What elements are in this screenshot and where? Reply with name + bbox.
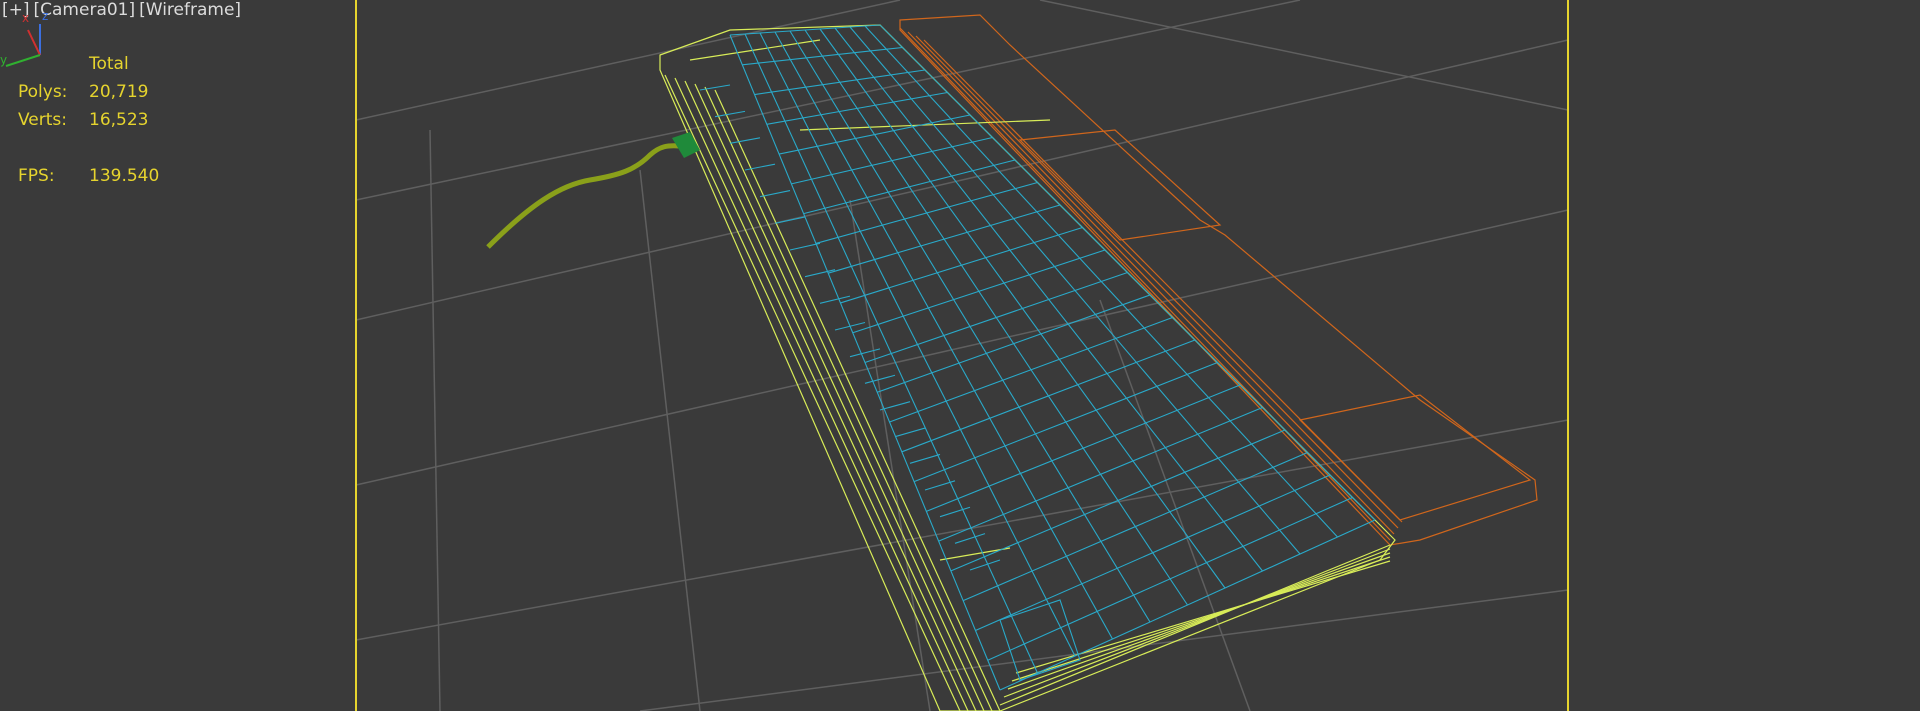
axis-x-line (27, 29, 41, 56)
axis-gizmo-icon: z x y (0, 9, 48, 67)
polys-value: 20,719 (89, 82, 149, 102)
viewport-canvas[interactable] (0, 0, 1920, 711)
verts-value: 16,523 (89, 110, 149, 130)
axis-y-label: y (0, 53, 7, 67)
fps-label: FPS: (18, 166, 55, 186)
viewport[interactable]: [+] [Camera01] [Wireframe] Total Polys: … (0, 0, 1920, 711)
verts-label: Verts: (18, 110, 68, 130)
stats-header: Total (89, 54, 129, 74)
viewport-background (0, 0, 1920, 711)
axis-z-label: z (42, 9, 48, 23)
axis-y-line (5, 54, 41, 67)
fps-value: 139.540 (89, 166, 160, 186)
statistics-overlay: Total Polys: 20,719 Verts: 16,523 FPS: 1… (18, 50, 159, 190)
polys-label: Polys: (18, 82, 68, 102)
viewport-shading-menu[interactable]: [Wireframe] (137, 0, 243, 20)
axis-x-label: x (22, 11, 29, 25)
